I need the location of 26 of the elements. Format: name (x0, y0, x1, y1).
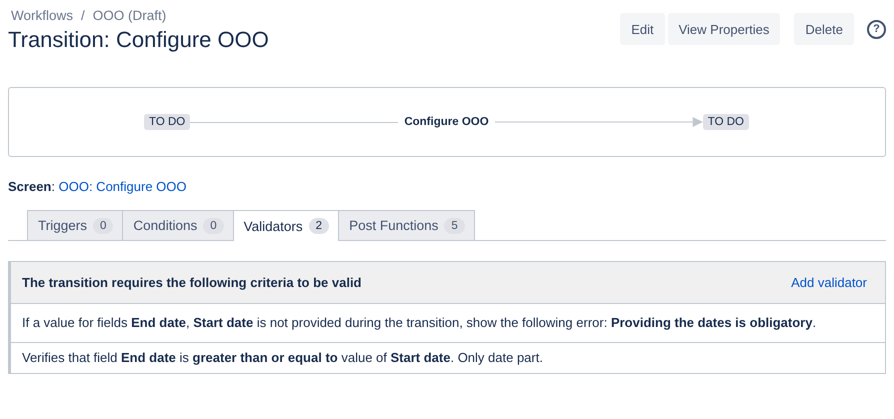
action-button[interactable]: Edit (620, 13, 665, 45)
screen-label: Screen: (8, 179, 55, 194)
action-button[interactable]: Delete (794, 13, 854, 45)
arrow-icon (494, 117, 703, 127)
status-lozenge: TO DO (144, 114, 190, 130)
help-icon[interactable]: ? (867, 20, 886, 38)
count-badge: 2 (308, 218, 330, 234)
tab[interactable]: Triggers 0 (27, 210, 124, 240)
tab[interactable]: Validators 2 (232, 210, 340, 241)
breadcrumb-separator: / (81, 8, 85, 23)
validator-description: Verifies that field End date is greater than or equal to value of Start date. Only date part. (21, 349, 544, 367)
status-lozenge: TO DO (702, 114, 749, 130)
count-badge: 0 (93, 218, 114, 234)
tab[interactable]: Post Functions 5 (338, 210, 475, 240)
breadcrumb-link[interactable]: Workflows (11, 8, 74, 23)
transition-label: Configure OOO (403, 116, 490, 128)
tab[interactable]: Conditions 0 (122, 210, 234, 240)
count-badge: 5 (444, 218, 465, 234)
add-validator-link[interactable]: Add validator (791, 275, 867, 290)
screen-link[interactable]: OOO: Configure OOO (58, 179, 186, 194)
action-button[interactable]: View Properties (668, 13, 780, 45)
breadcrumb-link[interactable]: OOO (Draft) (92, 8, 166, 23)
validator-description: If a value for fields End date, Start date is not provided during the transition, show the following error: Providing the dates is obligatory. (11, 304, 885, 343)
count-badge: 0 (203, 218, 224, 234)
panel-heading: The transition requires the following criteria to be valid (22, 275, 362, 290)
page-title: Transition: Configure OOO (8, 27, 269, 53)
